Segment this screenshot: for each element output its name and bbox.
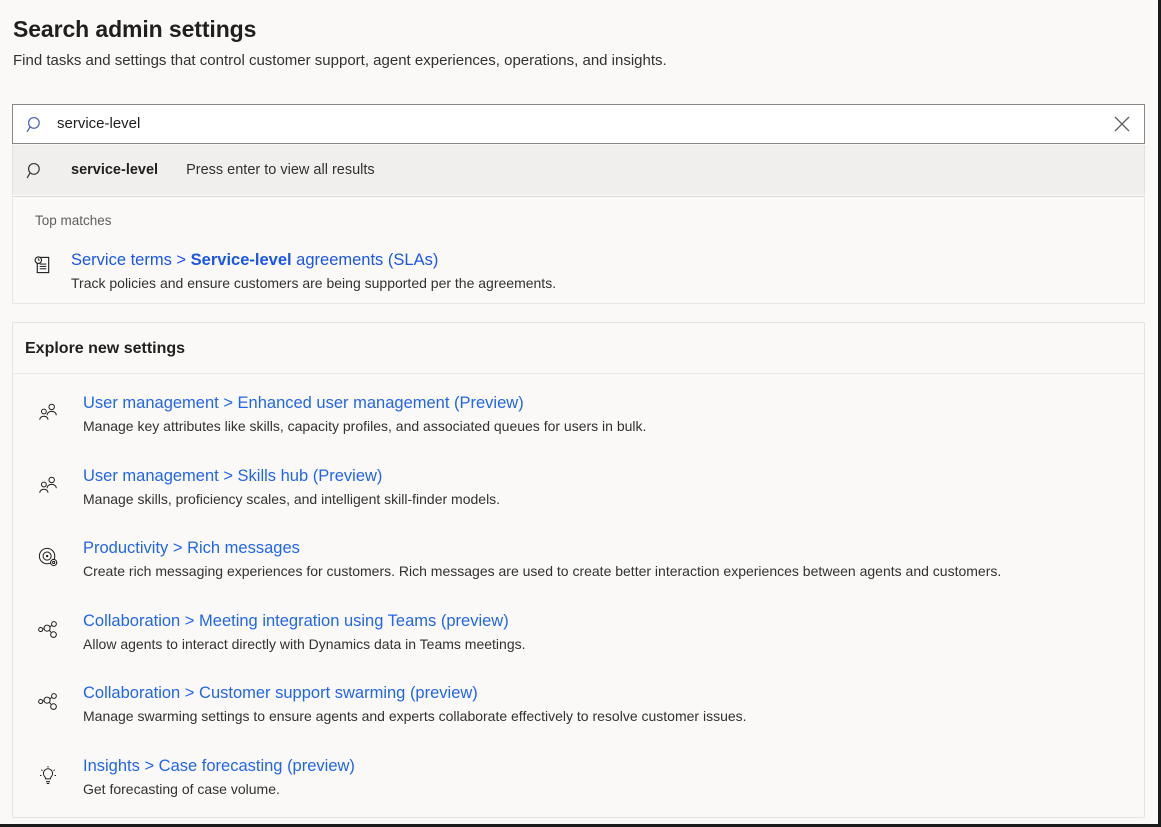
share-network-icon [13,677,83,750]
search-box[interactable]: service-level [12,104,1145,144]
list-item-link[interactable]: User management > Enhanced user manageme… [83,391,1144,415]
list-item-description: Manage skills, proficiency scales, and i… [83,489,1144,509]
people-icon [13,387,83,460]
lightbulb-icon [13,750,83,823]
link-suffix: agreements (SLAs) [292,251,439,269]
list-item[interactable]: Collaboration > Meeting integration usin… [13,605,1144,678]
link-highlight: Service-level [191,251,292,269]
top-match-result[interactable]: Service terms > Service-level agreements… [13,249,1144,293]
close-icon [1112,114,1132,134]
list-item-text: User management > Skills hub (Preview) M… [83,460,1144,533]
link-prefix: Service terms > [71,251,191,269]
list-item[interactable]: User management > Enhanced user manageme… [13,387,1144,460]
top-matches-panel: Top matches Service terms > Service-leve… [12,196,1145,304]
page-frame: Search admin settings Find tasks and set… [0,0,1161,827]
explore-new-settings-title: Explore new settings [25,340,185,358]
list-item-description: Manage key attributes like skills, capac… [83,416,1144,436]
list-item-link[interactable]: User management > Skills hub (Preview) [83,464,1144,488]
list-item-text: Insights > Case forecasting (preview) Ge… [83,750,1144,823]
list-item-text: Collaboration > Meeting integration usin… [83,605,1144,678]
list-item-text: Collaboration > Customer support swarmin… [83,677,1144,750]
explore-new-settings-card: Explore new settings User management > E… [12,322,1145,818]
search-icon [13,161,57,180]
list-item-description: Get forecasting of case volume. [83,779,1144,799]
top-match-text: Service terms > Service-level agreements… [71,249,1144,293]
list-item-link[interactable]: Collaboration > Meeting integration usin… [83,609,1144,633]
list-item[interactable]: Productivity > Rich messages Create rich… [13,532,1144,605]
clear-search-button[interactable] [1100,105,1144,143]
top-match-description: Track policies and ensure customers are … [71,273,1144,293]
search-admin-settings-page: Search admin settings Find tasks and set… [0,0,1158,824]
list-item-text: User management > Enhanced user manageme… [83,387,1144,460]
list-item[interactable]: Insights > Case forecasting (preview) Ge… [13,750,1144,823]
share-network-icon [13,605,83,678]
page-title: Search admin settings [13,16,256,43]
top-match-link[interactable]: Service terms > Service-level agreements… [71,251,438,269]
suggestion-hint: Press enter to view all results [186,162,375,178]
list-item-text: Productivity > Rich messages Create rich… [83,532,1144,605]
page-subtitle: Find tasks and settings that control cus… [13,52,667,69]
contract-document-icon [13,249,71,293]
list-item-link[interactable]: Productivity > Rich messages [83,536,1144,560]
suggestion-term: service-level [71,162,158,178]
list-item-description: Manage swarming settings to ensure agent… [83,706,1144,726]
search-input[interactable]: service-level [57,114,1100,134]
list-item-link[interactable]: Collaboration > Customer support swarmin… [83,681,1144,705]
explore-settings-list: User management > Enhanced user manageme… [13,387,1144,822]
divider [13,373,1144,374]
search-suggestion-row[interactable]: service-level Press enter to view all re… [12,145,1145,195]
list-item-link[interactable]: Insights > Case forecasting (preview) [83,754,1144,778]
list-item-description: Create rich messaging experiences for cu… [83,561,1144,581]
target-settings-icon [13,532,83,605]
list-item-description: Allow agents to interact directly with D… [83,634,1144,654]
search-icon [13,115,57,134]
people-icon [13,460,83,533]
top-matches-label: Top matches [35,213,112,228]
list-item[interactable]: User management > Skills hub (Preview) M… [13,460,1144,533]
list-item[interactable]: Collaboration > Customer support swarmin… [13,677,1144,750]
